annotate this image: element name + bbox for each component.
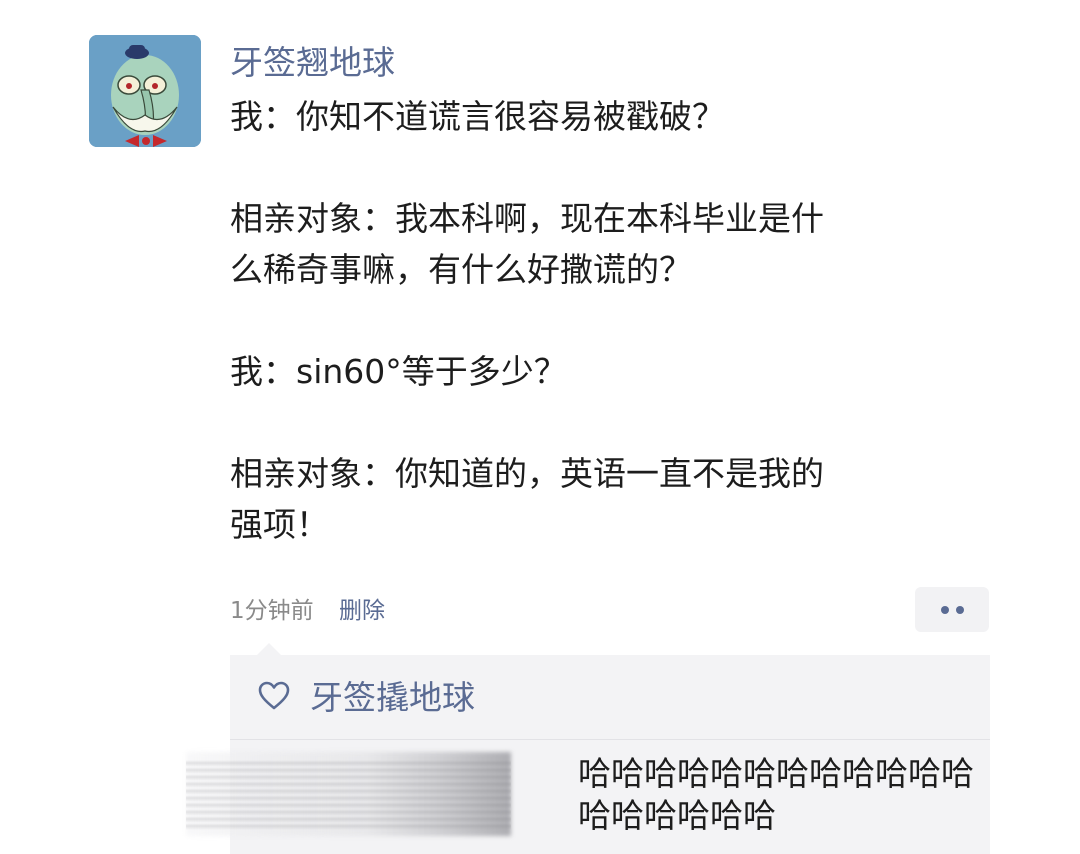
- comments-pointer: [257, 643, 281, 655]
- post-line: 我：sin60°等于多少？: [230, 352, 567, 391]
- comment-line: 哈哈哈哈哈哈: [578, 796, 776, 835]
- post-meta: 1分钟前 删除: [230, 592, 385, 630]
- post-line: 强项！: [230, 505, 329, 544]
- redaction-streaks: [186, 760, 511, 830]
- comment-line: 哈哈哈哈哈哈哈哈哈哈哈哈: [578, 754, 974, 793]
- post-paragraph: 相亲对象：我本科啊，现在本科毕业是什 么稀奇事嘛，有什么好撒谎的？: [230, 193, 920, 295]
- delete-link[interactable]: 删除: [339, 598, 385, 624]
- avatar[interactable]: [89, 35, 201, 147]
- comment-text: 哈哈哈哈哈哈哈哈哈哈哈哈 哈哈哈哈哈哈: [578, 753, 974, 837]
- post-paragraph: 我：你知不道谎言很容易被戳破？: [230, 91, 920, 142]
- post-timestamp: 1分钟前: [230, 598, 314, 624]
- heart-outline-icon: [258, 681, 290, 710]
- post-paragraph: 相亲对象：你知道的，英语一直不是我的 强项！: [230, 448, 920, 550]
- squidward-avatar-icon: [89, 35, 201, 147]
- post-body: 我：你知不道谎言很容易被戳破？ 相亲对象：我本科啊，现在本科毕业是什 么稀奇事嘛…: [230, 91, 920, 550]
- post-line: 相亲对象：我本科啊，现在本科毕业是什: [230, 199, 824, 238]
- post-author-name[interactable]: 牙签翘地球: [230, 40, 395, 86]
- comments-divider: [230, 739, 990, 740]
- post-line: 么稀奇事嘛，有什么好撒谎的？: [230, 250, 692, 289]
- post-paragraph: 我：sin60°等于多少？: [230, 346, 920, 397]
- more-actions-button[interactable]: [915, 587, 989, 632]
- liked-by-name[interactable]: 牙签撬地球: [310, 675, 475, 721]
- post-line: 我：你知不道谎言很容易被戳破？: [230, 97, 725, 136]
- post-line: 相亲对象：你知道的，英语一直不是我的: [230, 454, 824, 493]
